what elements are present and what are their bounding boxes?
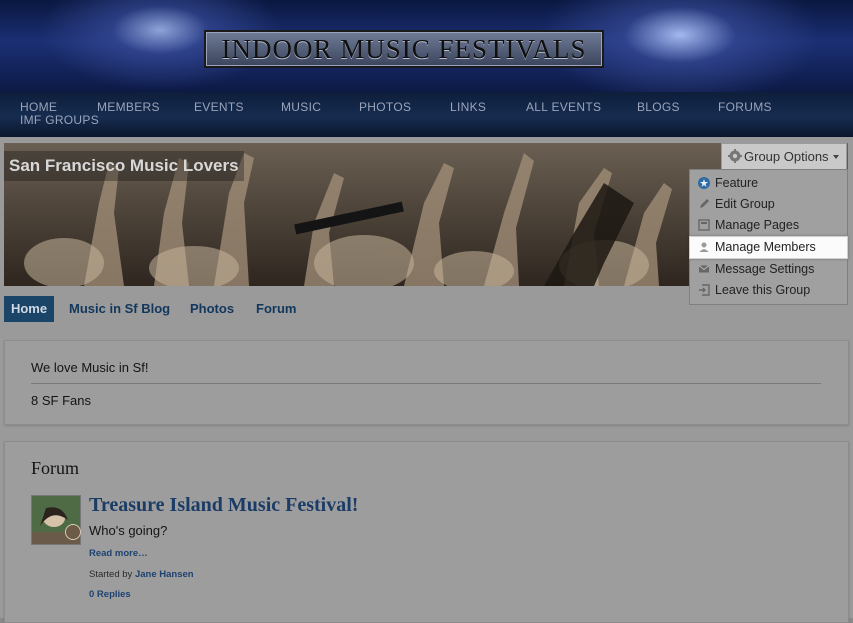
author-link[interactable]: Jane Hansen — [135, 569, 194, 580]
page: INDOOR MUSIC FESTIVALS HOME MEMBERS EVEN… — [0, 0, 853, 623]
menu-item-message-settings[interactable]: Message Settings — [690, 259, 847, 280]
site-logo-text: INDOOR MUSIC FESTIVALS — [221, 34, 587, 64]
menu-item-label: Manage Members — [715, 240, 816, 254]
menu-item-manage-pages[interactable]: Manage Pages — [690, 215, 847, 236]
chevron-down-icon — [833, 155, 839, 159]
started-by-label: Started by — [89, 569, 133, 580]
menu-item-label: Feature — [715, 176, 759, 190]
group-description: We love Music in Sf! — [31, 360, 149, 375]
group-title: San Francisco Music Lovers — [4, 151, 244, 181]
menu-item-label: Message Settings — [715, 262, 815, 276]
divider — [31, 383, 821, 384]
nav-item-forums[interactable]: FORUMS — [718, 100, 772, 114]
main-nav: HOME MEMBERS EVENTS MUSIC PHOTOS LINKS A… — [0, 92, 853, 137]
menu-item-edit-group[interactable]: Edit Group — [690, 194, 847, 215]
nav-item-blogs[interactable]: BLOGS — [637, 100, 680, 114]
topic-title[interactable]: Treasure Island Music Festival! — [89, 494, 358, 517]
nav-item-events[interactable]: EVENTS — [194, 100, 244, 114]
menu-item-label: Leave this Group — [715, 283, 811, 297]
pencil-icon — [700, 199, 709, 208]
started-by: Started by Jane Hansen — [89, 569, 194, 580]
topic-body: Who's going? — [89, 523, 168, 538]
site-logo[interactable]: INDOOR MUSIC FESTIVALS — [204, 30, 604, 68]
gear-icon — [728, 149, 742, 163]
forum-heading: Forum — [31, 458, 80, 478]
menu-item-label: Edit Group — [715, 197, 775, 211]
replies-link[interactable]: 0 Replies — [89, 589, 131, 600]
nav-item-all-events[interactable]: ALL EVENTS — [526, 100, 601, 114]
envelope-icon — [698, 265, 710, 273]
nav-item-music[interactable]: MUSIC — [281, 100, 321, 114]
tab-forum[interactable]: Forum — [256, 296, 296, 322]
tab-music-in-sf-blog[interactable]: Music in Sf Blog — [69, 296, 170, 322]
avatar-badge-icon — [65, 524, 81, 540]
site-banner: INDOOR MUSIC FESTIVALS — [0, 0, 853, 92]
menu-item-feature[interactable]: Feature — [690, 173, 847, 194]
nav-item-members[interactable]: MEMBERS — [97, 100, 160, 114]
page-icon — [698, 219, 710, 231]
star-badge-icon — [698, 177, 710, 189]
person-icon — [699, 242, 709, 252]
avatar[interactable] — [31, 495, 81, 545]
nav-item-home[interactable]: HOME — [20, 100, 57, 114]
nav-item-imf-groups[interactable]: IMF GROUPS — [20, 113, 99, 127]
menu-item-manage-members[interactable]: Manage Members — [689, 236, 848, 259]
nav-item-links[interactable]: LINKS — [450, 100, 486, 114]
tab-photos[interactable]: Photos — [190, 296, 234, 322]
menu-item-label: Manage Pages — [715, 218, 800, 232]
exit-icon — [699, 284, 710, 296]
group-options-label: Group Options — [744, 149, 829, 164]
menu-item-leave-group[interactable]: Leave this Group — [690, 280, 847, 301]
group-options-menu: Feature Edit Group Manage Pages Manage M… — [689, 169, 848, 305]
read-more-link[interactable]: Read more… — [89, 548, 148, 559]
tab-home[interactable]: Home — [4, 296, 54, 322]
group-options-button[interactable]: Group Options — [721, 143, 847, 170]
nav-item-photos[interactable]: PHOTOS — [359, 100, 411, 114]
fans-count[interactable]: 8 SF Fans — [31, 393, 91, 408]
